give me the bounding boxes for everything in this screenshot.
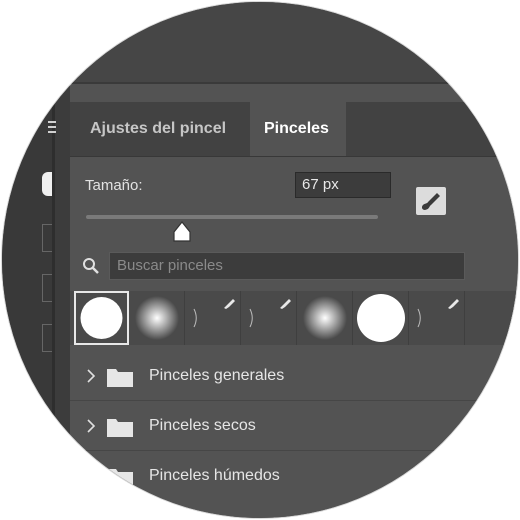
brush-preset-stroke[interactable] (186, 291, 241, 345)
size-input[interactable]: 67 px (295, 172, 391, 198)
folder-label: Pinceles húmedos (149, 467, 280, 484)
panel-tab-bar: Ajustes del pincel Pinceles (70, 102, 518, 157)
divider (62, 82, 518, 84)
folder-icon (107, 419, 133, 437)
search-icon (83, 258, 99, 274)
brush-preset-soft-round[interactable] (130, 291, 185, 345)
top-toolbar (2, 2, 518, 84)
left-panel-swatch (42, 172, 52, 196)
chevron-right-icon[interactable] (86, 418, 96, 434)
zoomed-panel-view: Ajustes del pincel Pinceles Tamaño: 67 p… (2, 2, 518, 518)
brush-preset-hard-round[interactable] (354, 291, 409, 345)
folder-icon (107, 469, 133, 487)
panel-gutter (55, 84, 70, 518)
brush-preset-stroke[interactable] (242, 291, 297, 345)
brush-preset-soft-round[interactable] (298, 291, 353, 345)
folder-row-general[interactable]: Pinceles generales (70, 351, 518, 401)
left-panel-field (42, 324, 52, 352)
panel-menu-icon[interactable] (48, 118, 58, 138)
chevron-right-icon[interactable] (86, 468, 96, 484)
left-panel-field (42, 224, 52, 252)
search-input[interactable]: Buscar pinceles (109, 252, 465, 280)
tab-brush-settings[interactable]: Ajustes del pincel (76, 102, 248, 156)
size-label: Tamaño: (85, 177, 143, 194)
left-tool-panel (2, 84, 52, 518)
folder-row-wet[interactable]: Pinceles húmedos (70, 451, 518, 501)
left-panel-field (42, 274, 52, 302)
folder-label: Pinceles secos (149, 417, 256, 434)
folder-icon (107, 369, 133, 387)
brush-settings-icon[interactable] (416, 187, 446, 215)
size-slider-track[interactable] (86, 215, 378, 219)
brush-preset-hard-round[interactable] (74, 291, 129, 345)
tab-brushes[interactable]: Pinceles (250, 102, 346, 156)
chevron-right-icon[interactable] (86, 368, 96, 384)
folder-label: Pinceles generales (149, 367, 285, 384)
brush-preset-stroke[interactable] (410, 291, 465, 345)
size-slider-thumb[interactable] (172, 221, 192, 243)
folder-row-dry[interactable]: Pinceles secos (70, 401, 518, 451)
